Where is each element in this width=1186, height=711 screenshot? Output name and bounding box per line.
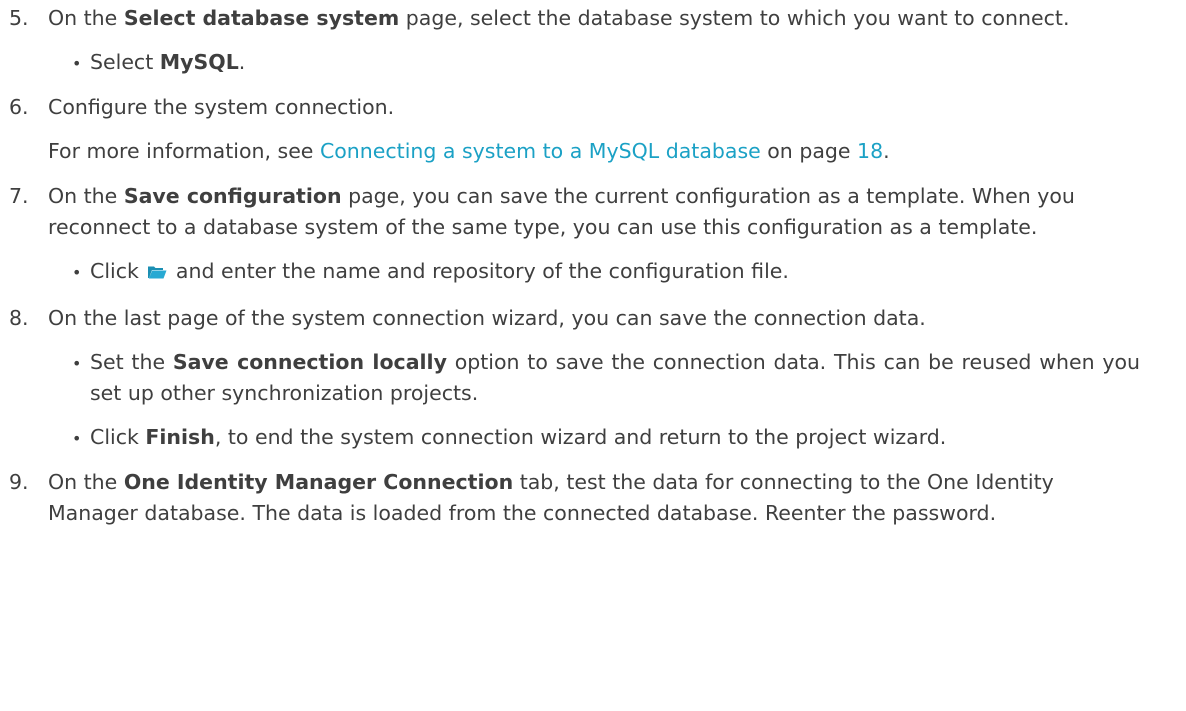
step-number: 7.: [9, 184, 29, 208]
bullet-icon: [72, 256, 81, 288]
step-number: 5.: [9, 6, 29, 30]
list-item: Click Finish, to end the system connecti…: [48, 422, 1140, 453]
step-5: 5. On the Select database system page, s…: [0, 3, 1186, 78]
ui-term: Finish: [145, 425, 215, 449]
step-text: On the last page of the system connectio…: [48, 306, 926, 330]
step-text: On the One Identity Manager Connection t…: [48, 470, 1054, 525]
ui-term: Save connection locally: [172, 350, 447, 374]
list-item: Click and enter the name and repository …: [48, 256, 1140, 289]
step-6: 6. Configure the system connection. For …: [0, 92, 1186, 167]
page-number-link[interactable]: 18: [857, 139, 883, 163]
list-item: Set the Save connection locally option t…: [48, 347, 1140, 409]
step-7: 7. On the Save configuration page, you c…: [0, 181, 1186, 289]
cross-reference-link[interactable]: Connecting a system to a MySQL database: [320, 139, 761, 163]
step-8: 8. On the last page of the system connec…: [0, 303, 1186, 453]
bullet-list: Click and enter the name and repository …: [48, 256, 1140, 289]
step-number: 6.: [9, 95, 29, 119]
folder-open-icon: [147, 258, 167, 289]
ui-term: Select database system: [123, 6, 400, 30]
ui-term: One Identity Manager Connection: [123, 470, 514, 494]
step-text: On the Select database system page, sele…: [48, 6, 1070, 30]
step-text: Configure the system connection.: [48, 95, 395, 119]
bullet-icon: [72, 47, 81, 79]
document-page: 5. On the Select database system page, s…: [0, 0, 1186, 529]
bullet-icon: [72, 422, 81, 454]
ui-term: MySQL: [159, 50, 239, 74]
step-9: 9. On the One Identity Manager Connectio…: [0, 467, 1186, 529]
more-info-text: For more information, see Connecting a s…: [48, 139, 890, 163]
bullet-list: Set the Save connection locally option t…: [48, 347, 1140, 453]
step-text: On the Save configuration page, you can …: [48, 184, 1075, 239]
step-number: 8.: [9, 306, 29, 330]
bullet-icon: [72, 347, 81, 379]
ui-term: Save configuration: [123, 184, 342, 208]
step-number: 9.: [9, 470, 29, 494]
bullet-list: Select MySQL.: [48, 47, 1140, 78]
list-item: Select MySQL.: [48, 47, 1140, 78]
